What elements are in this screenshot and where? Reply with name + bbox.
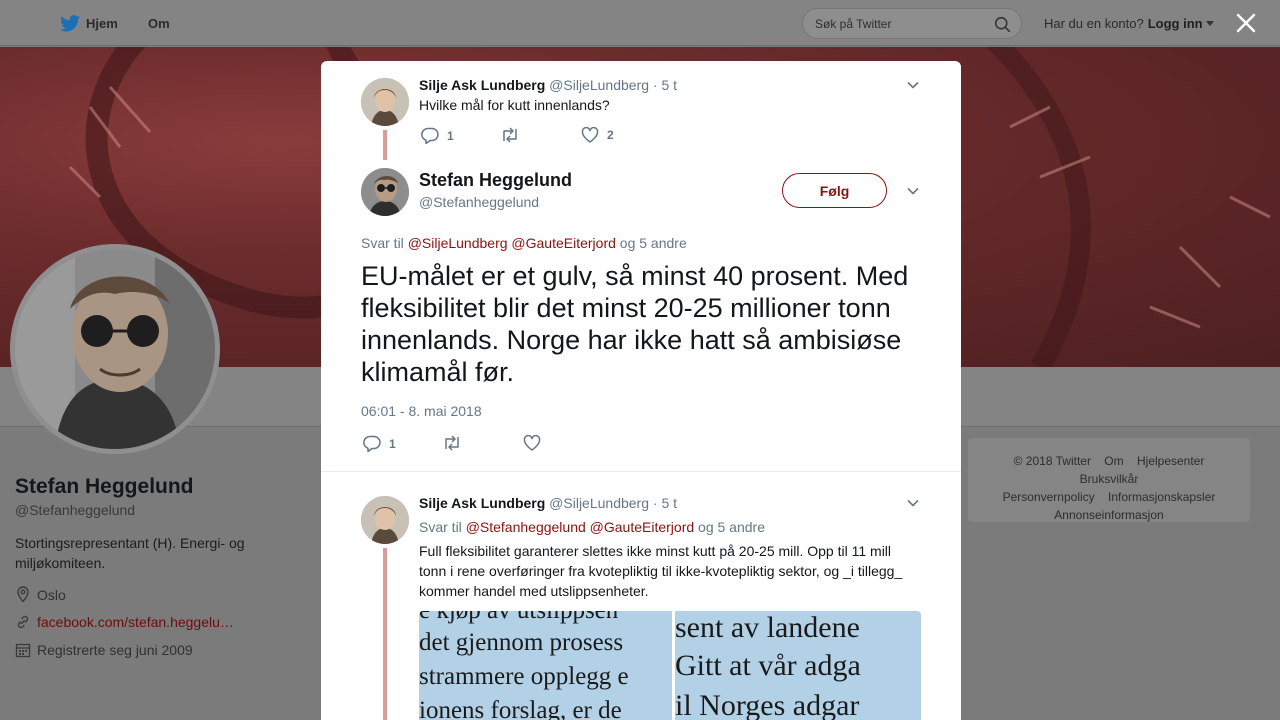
reply-others[interactable]: og 5 andre [698, 519, 765, 535]
link-icon [17, 615, 29, 629]
login-link[interactable]: Logg inn [1148, 16, 1203, 31]
chevron-down-icon[interactable] [906, 78, 920, 92]
parent-tweet-time[interactable]: · 5 t [653, 77, 677, 93]
parent-like-count: 2 [607, 128, 614, 142]
media-image-right[interactable]: sent av landene Gitt at vår adga il Norg… [675, 611, 921, 720]
reply-others[interactable]: og 5 andre [620, 235, 687, 251]
main-retweet-action[interactable] [442, 435, 470, 451]
profile-bio: Stortingsrepresentant (H). Energi- og mi… [15, 535, 245, 571]
profile-name: Stefan Heggelund [15, 475, 194, 498]
reply-prefix: Svar til [419, 519, 462, 535]
profile-avatar[interactable] [10, 244, 220, 454]
reply-tweet-handle[interactable]: @SiljeLundberg [549, 495, 649, 511]
nav-about[interactable]: Om [148, 0, 170, 46]
reply-mention-1[interactable]: @Stefanheggelund [466, 519, 586, 535]
reply-icon [363, 435, 381, 452]
profile-location: Oslo [15, 586, 66, 603]
media-text-line: e kjøp av utslippsen [419, 611, 618, 625]
footer-help[interactable]: Hjelpesenter [1137, 454, 1204, 468]
main-reply-count: 1 [389, 436, 396, 451]
chevron-down-icon[interactable] [906, 184, 920, 198]
reply-tweet-avatar[interactable] [361, 496, 409, 544]
joined-text: Registrerte seg juni 2009 [37, 642, 193, 658]
media-text-line: sent av landene [675, 611, 860, 644]
nav-home[interactable]: Hjem [60, 0, 118, 46]
retweet-icon [503, 127, 517, 143]
media-image-left[interactable]: e kjøp av utslippsen det gjennom prosess… [419, 611, 672, 720]
calendar-icon [15, 643, 31, 658]
caret-down-icon[interactable] [1205, 20, 1214, 26]
thread-line [383, 548, 387, 720]
footer-privacy[interactable]: Personvernpolicy [1003, 490, 1095, 504]
footer-about[interactable]: Om [1104, 454, 1123, 468]
parent-reply-action[interactable]: 1 [421, 127, 454, 144]
reply-tweet-time[interactable]: · 5 t [653, 495, 677, 511]
main-tweet-text: EU-målet er et gulv, så minst 40 prosent… [361, 261, 909, 387]
search-input[interactable] [815, 9, 985, 38]
location-pin-icon [17, 586, 29, 603]
reply-prefix: Svar til [361, 235, 404, 251]
footer-copyright[interactable]: © 2018 Twitter [1014, 454, 1091, 468]
follow-button[interactable]: Følg [782, 173, 887, 208]
parent-reply-count: 1 [447, 128, 454, 143]
main-tweet-avatar[interactable] [361, 168, 409, 216]
parent-tweet-name[interactable]: Silje Ask Lundberg [419, 77, 545, 93]
nav-home-label: Hjem [86, 15, 118, 31]
main-tweet-reply-context: Svar til @SiljeLundberg @GauteEiterjord … [361, 235, 687, 251]
reply-mention-2[interactable]: @GauteEiterjord [511, 235, 615, 251]
reply-tweet-context: Svar til @Stefanheggelund @GauteEiterjor… [419, 519, 765, 535]
reply-tweet-text: Full fleksibilitet garanterer slettes ik… [419, 543, 903, 599]
profile-joined: Registrerte seg juni 2009 [15, 642, 193, 658]
heart-icon [523, 435, 541, 451]
chevron-down-icon[interactable] [906, 496, 920, 510]
account-area: Har du en konto? Logg inn [1044, 0, 1214, 46]
main-reply-action[interactable]: 1 [363, 435, 396, 452]
footer-terms[interactable]: Bruksvilkår [1080, 472, 1139, 486]
website-link[interactable]: facebook.com/stefan.heggelu… [37, 614, 234, 630]
media-text-line: il Norges adgar [675, 689, 860, 720]
search-icon[interactable] [994, 16, 1011, 33]
media-text-line: Gitt at vår adga [675, 649, 861, 682]
close-icon[interactable] [1235, 12, 1257, 34]
twitter-bird-icon [60, 14, 80, 31]
media-text-line: det gjennom prosess [419, 629, 624, 656]
tweet-modal: Silje Ask Lundberg @SiljeLundberg · 5 t … [321, 61, 961, 720]
parent-like-action[interactable]: 2 [581, 127, 614, 143]
reply-tweet-name[interactable]: Silje Ask Lundberg [419, 495, 545, 511]
footer-links: © 2018 Twitter Om Hjelpesenter Bruksvilk… [968, 438, 1250, 522]
account-prompt: Har du en konto? [1044, 15, 1144, 31]
media-text-line: ionens forslag, er de [419, 697, 622, 720]
profile-handle: @Stefanheggelund [15, 502, 136, 518]
main-tweet-name[interactable]: Stefan Heggelund [419, 170, 572, 191]
thread-line [383, 130, 387, 160]
reply-mention-1[interactable]: @SiljeLundberg [408, 235, 508, 251]
media-text-line: strammere opplegg e [419, 663, 629, 690]
location-text: Oslo [37, 586, 66, 603]
parent-tweet-text: Hvilke mål for kutt innenlands? [419, 97, 610, 113]
main-like-action[interactable] [523, 435, 549, 451]
retweet-icon [445, 435, 459, 451]
parent-retweet-action[interactable] [500, 127, 528, 143]
main-tweet-handle[interactable]: @Stefanheggelund [419, 194, 539, 210]
reply-tweet-header: Silje Ask Lundberg @SiljeLundberg · 5 t [419, 495, 677, 511]
search-box[interactable] [802, 8, 1022, 39]
parent-tweet-header: Silje Ask Lundberg @SiljeLundberg · 5 t [419, 77, 677, 93]
main-tweet-timestamp[interactable]: 06:01 - 8. mai 2018 [361, 403, 482, 419]
heart-icon [581, 127, 599, 143]
reply-mention-2[interactable]: @GauteEiterjord [590, 519, 694, 535]
footer-ads-info[interactable]: Annonseinformasjon [1054, 508, 1163, 522]
footer-cookies[interactable]: Informasjonskapsler [1108, 490, 1215, 504]
divider [321, 471, 961, 472]
reply-icon [421, 127, 439, 144]
profile-website[interactable]: facebook.com/stefan.heggelu… [15, 614, 234, 630]
reply-tweet-media[interactable]: e kjøp av utslippsen det gjennom prosess… [419, 611, 921, 720]
parent-tweet-handle[interactable]: @SiljeLundberg [549, 77, 649, 93]
parent-tweet-avatar[interactable] [361, 78, 409, 126]
top-navigation: Hjem Om Har du en konto? Logg inn [0, 0, 1280, 46]
